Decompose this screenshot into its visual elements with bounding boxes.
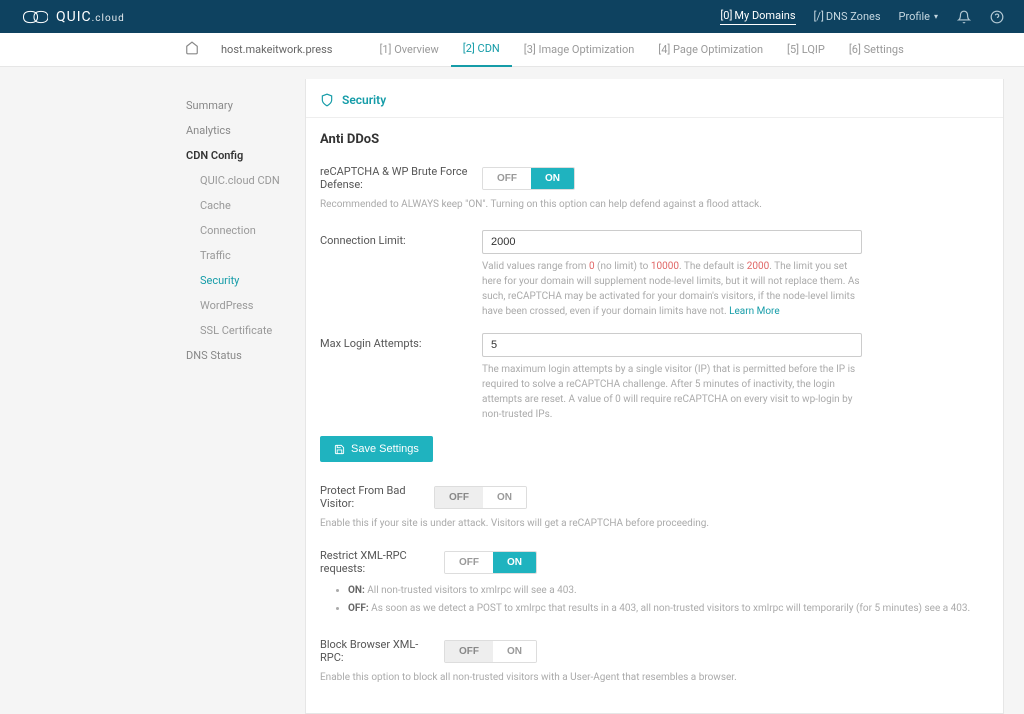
conn-limit-help: Valid values range from 0 (no limit) to …	[482, 259, 862, 319]
brand-text: QUIC.cloud	[56, 9, 125, 25]
tab-settings[interactable]: [6] Settings	[837, 33, 916, 66]
block-browser-help: Enable this option to block all non-trus…	[320, 670, 989, 685]
logo-icon	[20, 9, 48, 25]
sidebar-item-cache[interactable]: Cache	[200, 193, 305, 218]
tab-page-optimization[interactable]: [4] Page Optimization	[646, 33, 775, 66]
section-title: Security	[342, 93, 386, 107]
recaptcha-help: Recommended to ALWAYS keep "ON". Turning…	[320, 197, 989, 212]
tab-cdn[interactable]: [2] CDN	[451, 32, 512, 67]
save-icon	[334, 444, 345, 455]
sidebar-item-ssl[interactable]: SSL Certificate	[200, 318, 305, 343]
restrict-xmlrpc-on[interactable]: ON	[493, 552, 536, 573]
recaptcha-toggle[interactable]: OFF ON	[482, 167, 575, 190]
max-login-label: Max Login Attempts:	[320, 333, 468, 422]
protect-bad-help: Enable this if your site is under attack…	[320, 516, 989, 531]
restrict-xmlrpc-toggle[interactable]: OFF ON	[444, 551, 537, 574]
nav-profile[interactable]: Profile▾	[899, 10, 938, 23]
sidebar-item-quic-cdn[interactable]: QUIC.cloud CDN	[200, 168, 305, 193]
restrict-xmlrpc-off[interactable]: OFF	[445, 552, 493, 573]
nav-dns-zones[interactable]: [/] DNS Zones	[814, 10, 881, 23]
recaptcha-off[interactable]: OFF	[483, 168, 531, 189]
block-browser-label: Block Browser XML-RPC:	[320, 638, 430, 664]
home-icon[interactable]	[185, 41, 199, 58]
sidebar-item-traffic[interactable]: Traffic	[200, 243, 305, 268]
breadcrumb-host: host.makeitwork.press	[221, 43, 332, 56]
restrict-xmlrpc-label: Restrict XML-RPC requests:	[320, 549, 430, 575]
sidebar-item-connection[interactable]: Connection	[200, 218, 305, 243]
learn-more-link[interactable]: Learn More	[729, 306, 780, 317]
save-settings-button[interactable]: Save Settings	[320, 436, 433, 462]
brand-logo[interactable]: QUIC.cloud	[20, 9, 125, 25]
sidebar-item-wordpress[interactable]: WordPress	[200, 293, 305, 318]
shield-icon	[320, 93, 334, 107]
nav-my-domains[interactable]: [0] My Domains	[720, 9, 795, 25]
sidebar-item-cdn-config[interactable]: CDN Config	[186, 143, 305, 168]
recaptcha-on[interactable]: ON	[531, 168, 574, 189]
tab-overview[interactable]: [1] Overview	[367, 33, 450, 66]
protect-bad-on[interactable]: ON	[483, 487, 526, 508]
conn-limit-label: Connection Limit:	[320, 230, 468, 319]
sidebar-item-summary[interactable]: Summary	[186, 93, 305, 118]
tab-lqip[interactable]: [5] LQIP	[775, 33, 837, 66]
block-browser-toggle[interactable]: OFF ON	[444, 640, 537, 663]
sidebar-item-dns-status[interactable]: DNS Status	[186, 343, 305, 368]
block-browser-on[interactable]: ON	[493, 641, 536, 662]
protect-bad-label: Protect From Bad Visitor:	[320, 484, 420, 510]
sidebar-item-analytics[interactable]: Analytics	[186, 118, 305, 143]
recaptcha-label: reCAPTCHA & WP Brute Force Defense:	[320, 165, 468, 191]
tab-image-optimization[interactable]: [3] Image Optimization	[512, 33, 647, 66]
block-browser-off[interactable]: OFF	[445, 641, 493, 662]
max-login-input[interactable]	[482, 333, 862, 357]
restrict-xmlrpc-bullets: ON: All non-trusted visitors to xmlrpc w…	[320, 583, 989, 616]
max-login-help: The maximum login attempts by a single v…	[482, 362, 862, 422]
protect-bad-toggle[interactable]: OFF ON	[434, 486, 527, 509]
chevron-down-icon: ▾	[934, 12, 938, 21]
anti-ddos-heading: Anti DDoS	[320, 132, 989, 147]
conn-limit-input[interactable]	[482, 230, 862, 254]
protect-bad-off[interactable]: OFF	[435, 487, 483, 508]
bell-icon[interactable]	[956, 9, 971, 24]
sidebar-item-security[interactable]: Security	[200, 268, 305, 293]
help-icon[interactable]	[989, 9, 1004, 24]
